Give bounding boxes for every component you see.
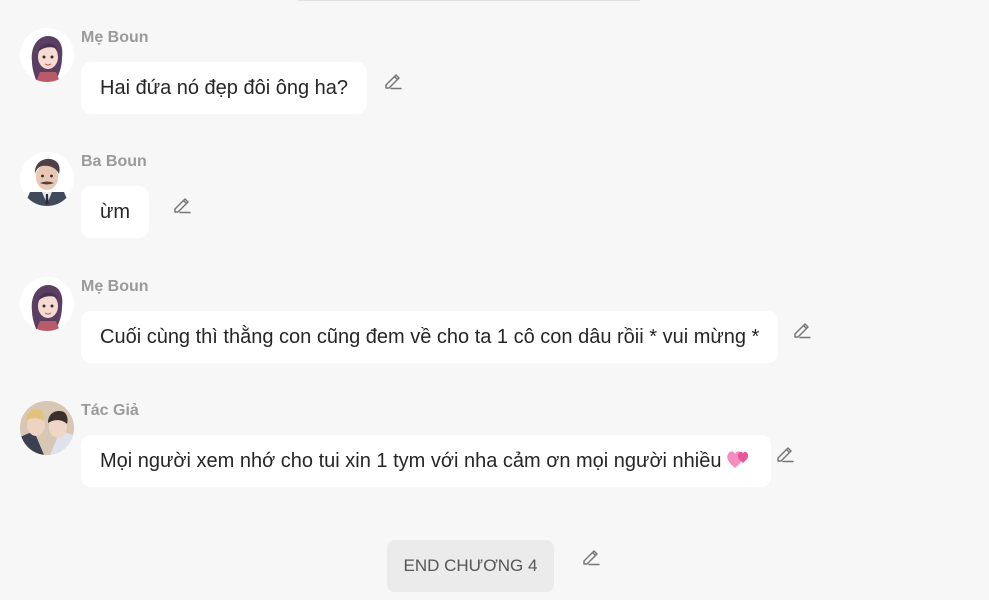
sender-name: Ba Boun bbox=[81, 153, 147, 170]
sender-name: Tác Giả bbox=[81, 402, 139, 419]
avatar[interactable] bbox=[20, 152, 74, 206]
father-avatar-icon bbox=[20, 152, 74, 206]
sender-name: Mẹ Boun bbox=[81, 278, 149, 295]
avatar[interactable] bbox=[20, 277, 74, 331]
edit-icon[interactable] bbox=[774, 442, 796, 464]
message-bubble: Mọi người xem nhớ cho tui xin 1 tym với … bbox=[81, 435, 771, 487]
message-bubble: ừm bbox=[81, 186, 150, 238]
sender-name: Mẹ Boun bbox=[81, 29, 149, 46]
two-hearts-icon bbox=[726, 451, 748, 468]
edit-icon[interactable] bbox=[791, 318, 813, 340]
end-chapter-button[interactable]: END CHƯƠNG 4 bbox=[387, 540, 554, 592]
message-text: Mọi người xem nhớ cho tui xin 1 tym với … bbox=[100, 450, 722, 472]
avatar[interactable] bbox=[20, 401, 74, 455]
mother-avatar-icon bbox=[20, 28, 74, 82]
message-bubble: Cuối cùng thì thằng con cũng đem về cho … bbox=[81, 311, 779, 363]
author-avatar-icon bbox=[20, 401, 74, 455]
mother-avatar-icon bbox=[20, 277, 74, 331]
edit-icon[interactable] bbox=[580, 545, 602, 567]
message-bubble: Hai đứa nó đẹp đôi ông ha? bbox=[81, 62, 368, 114]
top-divider bbox=[298, 0, 640, 1]
edit-icon[interactable] bbox=[382, 69, 404, 91]
avatar[interactable] bbox=[20, 28, 74, 82]
edit-icon[interactable] bbox=[171, 193, 193, 215]
